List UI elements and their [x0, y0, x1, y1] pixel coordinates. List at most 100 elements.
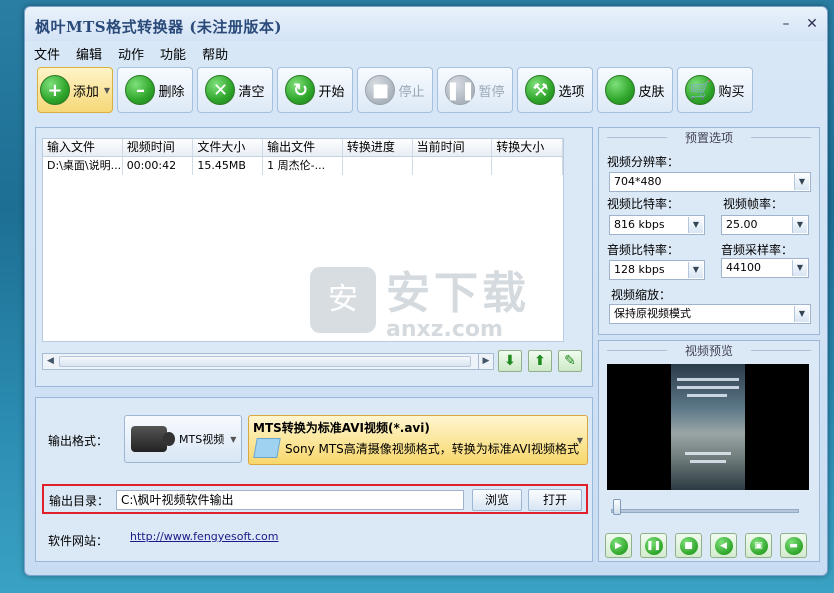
folder-icon	[253, 438, 281, 458]
chevron-down-icon[interactable]: ▼	[104, 86, 110, 95]
video-preview[interactable]	[607, 364, 809, 490]
format-title: MTS转换为标准AVI视频(*.avi)	[253, 421, 430, 435]
stop-preview-button[interactable]: ■	[675, 533, 702, 558]
scroll-left-icon[interactable]: ◀	[44, 355, 57, 368]
chevron-down-icon: ▼	[576, 436, 583, 445]
cell-current-time	[413, 157, 493, 175]
menu-function[interactable]: 功能	[159, 43, 187, 64]
add-label: 添加	[72, 84, 99, 100]
add-button[interactable]: + 添加 ▼	[37, 67, 113, 113]
cell-file-size: 15.45MB	[193, 157, 264, 175]
stop-icon: ■	[679, 536, 698, 555]
scale-select[interactable]: 保持原视频模式 ▼	[609, 304, 811, 324]
stop-button[interactable]: ■ 停止	[357, 67, 433, 113]
col-progress[interactable]: 转换进度	[343, 139, 413, 156]
volume-button[interactable]: ◀	[710, 533, 737, 558]
abitrate-label: 音频比特率：	[607, 243, 680, 257]
open-button[interactable]: 打开	[528, 489, 582, 511]
resolution-select[interactable]: 704*480 ▼	[609, 172, 811, 192]
resolution-label: 视频分辨率：	[607, 155, 680, 169]
chevron-down-icon: ▼	[230, 434, 237, 444]
cell-converted-size	[492, 157, 563, 175]
pause-button[interactable]: ❚❚ 暂停	[437, 67, 513, 113]
output-panel: 输出格式： MTS视频 ▼ MTS转换为标准AVI视频(*.avi) Sony …	[35, 397, 593, 562]
minimize-button[interactable]: –	[777, 15, 795, 33]
seek-bar[interactable]	[611, 509, 799, 513]
menu-file[interactable]: 文件	[33, 43, 61, 64]
cell-progress	[343, 157, 413, 175]
col-output-file[interactable]: 输出文件	[263, 139, 343, 156]
preview-title: 视频预览	[599, 342, 819, 359]
browse-button[interactable]: 浏览	[472, 489, 522, 511]
cell-input-file: D:\桌面\说明...	[43, 157, 123, 175]
apple-icon	[605, 75, 636, 105]
move-up-button[interactable]: ⬆	[528, 350, 552, 372]
pause-preview-button[interactable]: ❚❚	[640, 533, 667, 558]
scroll-right-icon[interactable]: ▶	[478, 353, 494, 370]
website-link[interactable]: http://www.fengyesoft.com	[130, 530, 279, 543]
pause-icon: ❚❚	[445, 75, 476, 105]
seek-handle[interactable]	[613, 499, 621, 515]
delete-button[interactable]: – 删除	[117, 67, 193, 113]
video-frame	[671, 364, 745, 490]
skin-button[interactable]: 皮肤	[597, 67, 673, 113]
framerate-label: 视频帧率：	[723, 197, 784, 211]
framerate-value: 25.00	[726, 218, 758, 231]
col-converted-size[interactable]: 转换大小	[492, 139, 563, 156]
clear-label: 清空	[238, 84, 265, 100]
edit-button[interactable]: ✎	[558, 350, 582, 372]
horizontal-scrollbar[interactable]: ◀	[42, 353, 492, 370]
clear-button[interactable]: ✕ 清空	[197, 67, 273, 113]
audio-bitrate-select[interactable]: 128 kbps ▼	[609, 260, 705, 280]
cell-output-file: 1 周杰伦-...	[263, 157, 343, 175]
format-description: Sony MTS高清摄像视频格式，转换为标准AVI视频格式	[285, 442, 579, 456]
minus-icon: –	[125, 75, 156, 105]
watermark: 安 安下载 anxz.com	[310, 257, 530, 342]
table-row[interactable]: D:\桌面\说明... 00:00:42 15.45MB 1 周杰伦-...	[43, 157, 563, 175]
format-category-button[interactable]: MTS视频 ▼	[124, 415, 242, 463]
col-input-file[interactable]: 输入文件	[43, 139, 123, 156]
cell-video-time: 00:00:42	[123, 157, 194, 175]
snapshot-button[interactable]: ▣	[745, 533, 772, 558]
play-button[interactable]: ▶	[605, 533, 632, 558]
pause-icon: ❚❚	[644, 536, 663, 555]
menu-help[interactable]: 帮助	[201, 43, 229, 64]
framerate-select[interactable]: 25.00 ▼	[721, 215, 809, 235]
screen-icon: ▣	[749, 536, 768, 555]
close-button[interactable]: ✕	[803, 15, 821, 33]
buy-button[interactable]: 🛒 购买	[677, 67, 753, 113]
plus-icon: +	[39, 75, 70, 105]
menu-edit[interactable]: 编辑	[75, 43, 103, 64]
vbitrate-label: 视频比特率：	[607, 197, 680, 211]
table-header: 输入文件 视频时间 文件大小 输出文件 转换进度 当前时间 转换大小	[43, 139, 563, 157]
pause-label: 暂停	[478, 84, 505, 100]
options-button[interactable]: ⚒ 选项	[517, 67, 593, 113]
title-bar: 枫叶MTS格式转换器 (未注册版本) – ✕	[25, 7, 827, 41]
col-current-time[interactable]: 当前时间	[413, 139, 493, 156]
video-bitrate-select[interactable]: 816 kbps ▼	[609, 215, 705, 235]
resolution-value: 704*480	[614, 175, 662, 188]
toolbar: + 添加 ▼ – 删除 ✕ 清空 ↻ 开始 ■ 停止 ❚❚ 暂停 ⚒ 选项 皮肤…	[37, 67, 753, 123]
tools-icon: ⚒	[525, 75, 556, 105]
col-file-size[interactable]: 文件大小	[193, 139, 264, 156]
format-select[interactable]: MTS转换为标准AVI视频(*.avi) Sony MTS高清摄像视频格式，转换…	[248, 415, 588, 465]
move-down-button[interactable]: ⬇	[498, 350, 522, 372]
audio-bitrate-value: 128 kbps	[614, 263, 665, 276]
speaker-icon: ◀	[714, 536, 733, 555]
clear-icon: ✕	[205, 75, 236, 105]
samplerate-select[interactable]: 44100 ▼	[721, 258, 809, 278]
open-folder-button[interactable]: ▬	[780, 533, 807, 558]
scale-label: 视频缩放：	[611, 288, 672, 302]
watermark-bag-icon: 安	[310, 266, 376, 333]
output-dir-field[interactable]: C:\枫叶视频软件输出	[116, 490, 464, 510]
scroll-thumb[interactable]	[59, 356, 471, 367]
preview-panel: 视频预览 ▶ ❚❚ ■ ◀ ▣ ▬	[598, 340, 820, 562]
watermark-text: 安下载	[386, 268, 530, 319]
folder-icon: ▬	[784, 536, 803, 555]
col-video-time[interactable]: 视频时间	[123, 139, 194, 156]
chevron-down-icon: ▼	[794, 174, 809, 190]
menu-action[interactable]: 动作	[117, 43, 145, 64]
start-button[interactable]: ↻ 开始	[277, 67, 353, 113]
format-category-label: MTS视频	[179, 433, 225, 446]
camcorder-icon	[131, 426, 175, 452]
